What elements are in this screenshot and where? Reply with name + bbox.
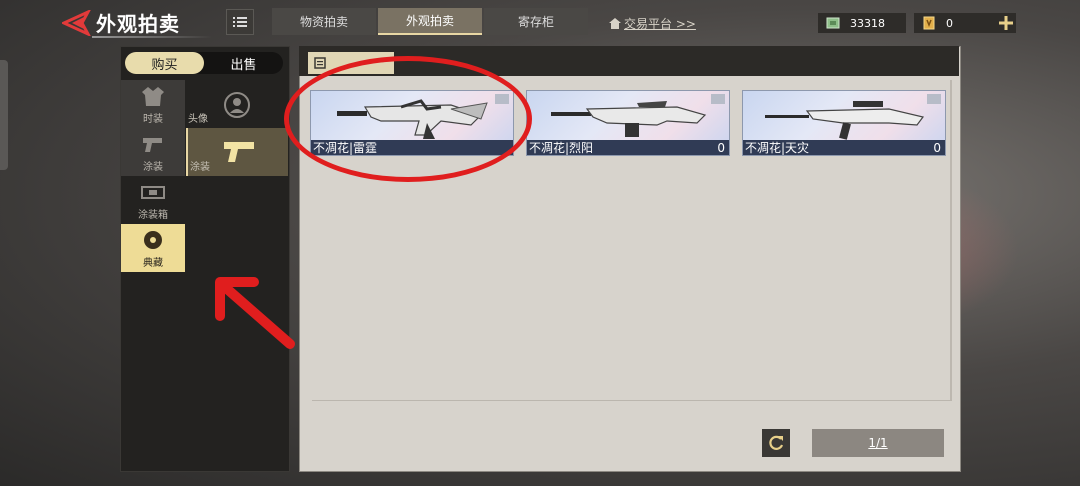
subcategory-avatar[interactable]: 头像 bbox=[186, 80, 288, 128]
item-name-bar: 不凋花|天灾 0 bbox=[743, 140, 945, 155]
trade-platform-label: 交易平台 >> bbox=[624, 17, 696, 31]
crate-icon bbox=[141, 186, 165, 199]
annotation-circle bbox=[284, 56, 532, 182]
divider bbox=[312, 400, 952, 401]
item-count: 0 bbox=[717, 140, 725, 155]
top-tabs: 物资拍卖 外观拍卖 寄存柜 bbox=[272, 8, 590, 35]
category-outfit-label: 时装 bbox=[143, 114, 163, 125]
outfit-icon bbox=[142, 87, 164, 106]
cash-icon bbox=[826, 17, 840, 29]
list-menu-button[interactable] bbox=[226, 9, 254, 35]
page-indicator[interactable]: 1/1 bbox=[812, 429, 944, 457]
category-collection[interactable]: 典藏 bbox=[121, 224, 185, 272]
page-title: 外观拍卖 bbox=[96, 12, 180, 36]
subcategory-avatar-label: 头像 bbox=[188, 114, 208, 125]
refresh-icon bbox=[769, 435, 784, 450]
category-collection-label: 典藏 bbox=[143, 258, 163, 269]
tab-appearance-auction[interactable]: 外观拍卖 bbox=[378, 8, 482, 35]
category-list: 时装 涂装 涂装箱 典藏 bbox=[121, 80, 185, 272]
category-skin[interactable]: 涂装 bbox=[121, 128, 185, 176]
back-arrow-icon[interactable] bbox=[62, 10, 92, 36]
cash-value: 33318 bbox=[850, 16, 885, 30]
sell-toggle-button[interactable]: 出售 bbox=[204, 52, 283, 74]
pistol-icon bbox=[224, 142, 254, 162]
item-card[interactable]: 不凋花|烈阳 0 bbox=[526, 90, 730, 156]
rifle-skin-image bbox=[551, 101, 707, 137]
tab-storage[interactable]: 寄存柜 bbox=[484, 8, 588, 35]
avatar-icon bbox=[224, 92, 250, 118]
subcategory-skin-label: 涂装 bbox=[190, 162, 210, 173]
item-card[interactable]: 不凋花|天灾 0 bbox=[742, 90, 946, 156]
cash-balance: 33318 bbox=[818, 13, 906, 33]
category-skin-crate[interactable]: 涂装箱 bbox=[121, 176, 185, 224]
subcategory-skin[interactable]: 涂装 bbox=[186, 128, 288, 176]
rifle-skin-image bbox=[765, 101, 925, 140]
item-name: 不凋花|天灾 bbox=[745, 141, 810, 155]
trade-platform-link[interactable]: 交易平台 >> bbox=[609, 15, 696, 32]
tab-supply-auction[interactable]: 物资拍卖 bbox=[272, 8, 376, 35]
coupon-icon bbox=[923, 16, 935, 30]
scrollbar-track[interactable] bbox=[950, 80, 952, 400]
subcategory-list: 头像 涂装 bbox=[186, 80, 288, 176]
plus-icon bbox=[999, 16, 1013, 30]
document-icon bbox=[314, 57, 326, 69]
annotation-arrow-icon bbox=[215, 277, 295, 349]
preview-eye-icon[interactable] bbox=[927, 94, 941, 104]
refresh-button[interactable] bbox=[762, 429, 790, 457]
coupon-value: 0 bbox=[946, 16, 953, 30]
title-underline bbox=[92, 36, 212, 38]
list-icon bbox=[233, 17, 247, 27]
category-outfit[interactable]: 时装 bbox=[121, 80, 185, 128]
add-currency-button[interactable] bbox=[996, 13, 1016, 33]
pistol-icon bbox=[143, 138, 162, 152]
category-skin-label: 涂装 bbox=[143, 162, 163, 173]
edge-handle[interactable] bbox=[0, 60, 8, 170]
item-name-bar: 不凋花|烈阳 0 bbox=[527, 140, 729, 155]
category-skin-crate-label: 涂装箱 bbox=[138, 210, 168, 221]
buy-sell-toggle: 购买 出售 bbox=[125, 52, 283, 74]
buy-toggle-button[interactable]: 购买 bbox=[125, 52, 204, 74]
preview-eye-icon[interactable] bbox=[711, 94, 725, 104]
item-name: 不凋花|烈阳 bbox=[529, 141, 594, 155]
home-icon bbox=[609, 18, 621, 29]
item-count: 0 bbox=[933, 140, 941, 155]
collection-icon bbox=[144, 231, 162, 249]
